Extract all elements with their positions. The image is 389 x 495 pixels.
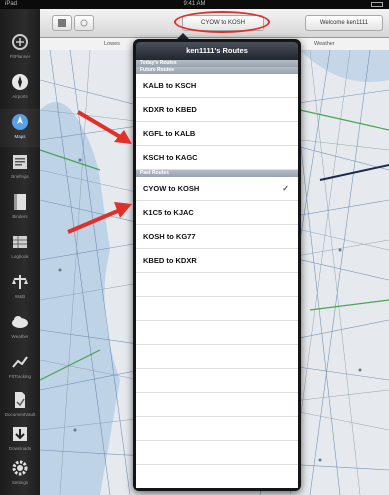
route-row[interactable]: KBED to KDXR [136, 249, 298, 273]
map-icon [12, 114, 28, 130]
route-label: K1C5 to KJAC [143, 208, 194, 217]
empty-row [136, 345, 298, 369]
printer-icon [58, 19, 66, 27]
route-label: KGFL to KALB [143, 129, 196, 138]
download-icon [13, 427, 27, 441]
sidebar-item-label: Downloads [8, 446, 32, 451]
route-label: KSCH to KAGC [143, 153, 198, 162]
battery-icon [371, 2, 383, 7]
empty-row [136, 369, 298, 393]
route-label: CYOW to KOSH [143, 184, 200, 193]
route-label: KDXR to KBED [143, 105, 197, 114]
welcome-button[interactable]: Welcome ken1111 [305, 15, 383, 31]
sidebar-item-label: Weather [11, 334, 29, 339]
routes-popover: ken1111's Routes Today's Routes Future R… [133, 39, 301, 491]
clock-label: 9:41 AM [183, 1, 206, 7]
sidebar-item-label: FltPlanner [9, 54, 31, 59]
sidebar-item-maps[interactable]: Maps [0, 109, 40, 147]
sidebar-item-binders[interactable]: Binders [0, 189, 40, 227]
empty-row [136, 417, 298, 441]
flight-planner-icon [12, 34, 28, 50]
section-header-future: Future Routes [136, 67, 298, 74]
layers-icon [80, 19, 88, 27]
route-row[interactable]: KDXR to KBED [136, 98, 298, 122]
sidebar-item-airports[interactable]: Airports [0, 69, 40, 107]
sidebar-item-label: Logbook [11, 254, 29, 259]
sidebar-item-logbook[interactable]: Logbook [0, 229, 40, 267]
empty-row [136, 465, 298, 488]
layers-button[interactable] [74, 15, 94, 31]
empty-row [136, 273, 298, 297]
sidebar-item-fltplanner[interactable]: FltPlanner [0, 29, 40, 67]
empty-row [136, 393, 298, 417]
routes-list: Today's Routes Future Routes KALB to KSC… [136, 60, 298, 488]
empty-row [136, 297, 298, 321]
flight-tracking-icon [12, 356, 28, 368]
annotation-arrow-future [76, 110, 132, 144]
sidebar-item-label: Airports [12, 94, 28, 99]
sidebar-item-documentvault[interactable]: DocumentVault [0, 387, 40, 425]
top-toolbar: CYOW to KOSH Welcome ken1111 [40, 9, 389, 38]
section-header-past: Past Routes [136, 170, 298, 177]
sidebar-item-label: DocumentVault [4, 412, 36, 417]
route-label: KOSH to KG77 [143, 232, 196, 241]
sidebar-item-label: W&B [14, 294, 26, 299]
empty-row [136, 321, 298, 345]
route-label: KALB to KSCH [143, 81, 197, 90]
route-row-selected[interactable]: CYOW to KOSH ✓ [136, 177, 298, 201]
sidebar-item-label: Settings [11, 480, 29, 485]
route-row[interactable]: KSCH to KAGC [136, 146, 298, 170]
briefing-icon [13, 155, 27, 169]
annotation-oval [174, 11, 270, 33]
status-bar: iPad 9:41 AM [0, 0, 389, 9]
sidebar-item-label: Briefings [11, 174, 29, 179]
sidebar-item-label: FltTracking [8, 374, 32, 379]
sidebar-item-briefings[interactable]: Briefings [0, 149, 40, 187]
route-label: KBED to KDXR [143, 256, 197, 265]
binder-icon [14, 194, 26, 210]
weather-icon [12, 316, 28, 328]
sidebar-item-label: Maps [14, 134, 26, 139]
checkmark-icon: ✓ [282, 184, 289, 193]
annotation-arrow-past [67, 202, 132, 234]
sidebar-item-flttracking[interactable]: FltTracking [0, 349, 40, 387]
route-row[interactable]: KOSH to KG77 [136, 225, 298, 249]
print-button[interactable] [52, 15, 72, 31]
weight-balance-icon [12, 275, 28, 289]
route-row[interactable]: K1C5 to KJAC [136, 201, 298, 225]
section-header-today: Today's Routes [136, 60, 298, 67]
logbook-icon [13, 236, 27, 248]
subbar-left-label: Lowes [104, 41, 120, 47]
sidebar-item-label: Binders [12, 214, 28, 219]
popover-title: ken1111's Routes [136, 42, 298, 60]
route-row[interactable]: KGFL to KALB [136, 122, 298, 146]
sidebar-item-wb[interactable]: W&B [0, 269, 40, 307]
sidebar-item-weather[interactable]: Weather [0, 309, 40, 347]
subbar-right-label: Weather [314, 41, 335, 47]
document-icon [15, 392, 25, 408]
sidebar-item-settings[interactable]: Settings [0, 455, 40, 493]
sidebar: FltPlanner Airports Maps Briefings Binde… [0, 9, 40, 495]
settings-icon [12, 460, 28, 476]
sidebar-item-downloads[interactable]: Downloads [0, 421, 40, 459]
route-row[interactable]: KALB to KSCH [136, 74, 298, 98]
airport-icon [12, 74, 28, 90]
empty-row [136, 441, 298, 465]
